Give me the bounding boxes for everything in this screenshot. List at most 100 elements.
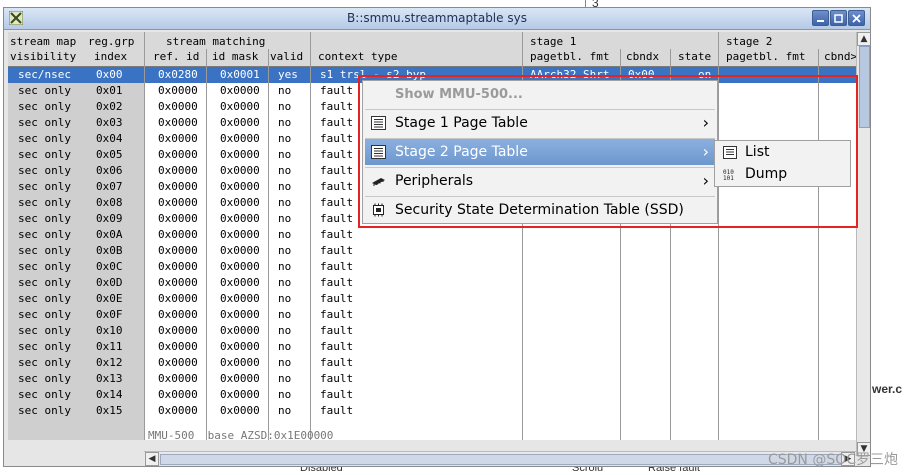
cell-ref-id: 0x0000: [158, 276, 198, 289]
stage2-submenu: List 010 101 Dump: [714, 140, 851, 187]
vertical-scrollbar[interactable]: ▲ ▼: [856, 32, 870, 456]
cell-index: 0x03: [96, 116, 123, 129]
header-stream-matching[interactable]: stream matching: [166, 34, 265, 49]
header-visibility[interactable]: visibility: [10, 49, 76, 64]
cell-id-mask: 0x0000: [220, 324, 260, 337]
header-s1-pagetbl-fmt[interactable]: pagetbl. fmt: [530, 49, 609, 64]
header-s2-pagetbl-fmt[interactable]: pagetbl. fmt: [726, 49, 805, 64]
table-row[interactable]: sec only 0x15 0x0000 0x0000 no fault: [8, 403, 856, 419]
title-bar[interactable]: B::smmu.streammaptable sys: [4, 8, 870, 30]
header-s2-cbndx[interactable]: cbnd>: [824, 49, 856, 64]
horizontal-scroll-thumb[interactable]: [160, 454, 842, 465]
menu-item-show-mmu: Show MMU-500...: [365, 82, 715, 108]
minimize-icon: [817, 19, 824, 22]
menu-item-peripherals[interactable]: Peripherals ›: [365, 168, 715, 194]
table-row[interactable]: sec only 0x12 0x0000 0x0000 no fault: [8, 355, 856, 371]
cell-index: 0x04: [96, 132, 123, 145]
header-ref-id[interactable]: ref. id: [153, 49, 199, 64]
table-row[interactable]: sec only 0x10 0x0000 0x0000 no fault: [8, 323, 856, 339]
cell-visibility: sec only: [18, 196, 71, 209]
cell-ref-id: 0x0000: [158, 324, 198, 337]
cell-ref-id: 0x0000: [158, 100, 198, 113]
cell-context-type: fault: [320, 212, 354, 225]
table-row[interactable]: sec only 0x0D 0x0000 0x0000 no fault: [8, 275, 856, 291]
table-row[interactable]: sec only 0x0C 0x0000 0x0000 no fault: [8, 259, 856, 275]
cell-index: 0x0E: [96, 292, 123, 305]
cell-visibility: sec only: [18, 228, 71, 241]
table-row[interactable]: sec only 0x0A 0x0000 0x0000 no fault: [8, 227, 856, 243]
cell-visibility: sec only: [18, 244, 71, 257]
cell-index: 0x10: [96, 324, 123, 337]
header-stage2[interactable]: stage 2: [726, 34, 772, 49]
horizontal-scrollbar[interactable]: ◀ ▶: [144, 451, 856, 466]
cell-visibility: sec only: [18, 212, 71, 225]
table-row[interactable]: sec only 0x13 0x0000 0x0000 no fault: [8, 371, 856, 387]
header-reg-grp[interactable]: reg.grp: [88, 34, 134, 49]
cell-visibility: sec only: [18, 356, 71, 369]
cell-ref-id: 0x0000: [158, 340, 198, 353]
table-row[interactable]: sec only 0x0F 0x0000 0x0000 no fault: [8, 307, 856, 323]
scroll-up-icon[interactable]: ▲: [857, 32, 870, 46]
cell-index: 0x09: [96, 212, 123, 225]
menu-item-stage2-page-table[interactable]: Stage 2 Page Table ›: [365, 139, 715, 165]
grid-line: [310, 32, 311, 440]
maximize-button[interactable]: [830, 10, 847, 26]
header-context-type[interactable]: context type: [318, 49, 397, 64]
header-s1-state[interactable]: state: [678, 49, 711, 64]
cell-ref-id: 0x0000: [158, 132, 198, 145]
cell-valid: no: [278, 228, 292, 241]
cell-id-mask: 0x0000: [220, 356, 260, 369]
menu-item-stage1-page-table[interactable]: Stage 1 Page Table ›: [365, 110, 715, 136]
header-stream-map[interactable]: stream map: [10, 34, 76, 49]
context-menu: Show MMU-500... Stage 1 Page Table › Sta…: [362, 80, 718, 224]
chevron-right-icon: ›: [702, 171, 709, 190]
table-row[interactable]: sec only 0x0B 0x0000 0x0000 no fault: [8, 243, 856, 259]
cell-valid: no: [278, 212, 292, 225]
table-row[interactable]: sec only 0x11 0x0000 0x0000 no fault: [8, 339, 856, 355]
cell-index: 0x01: [96, 84, 123, 97]
cell-ref-id: 0x0000: [158, 356, 198, 369]
cell-context-type: fault: [320, 276, 354, 289]
chip-icon: [372, 178, 385, 186]
cell-id-mask: 0x0000: [220, 244, 260, 257]
cell-index: 0x14: [96, 388, 123, 401]
cell-valid: no: [278, 148, 292, 161]
scroll-left-icon[interactable]: ◀: [145, 452, 159, 466]
table-row[interactable]: sec only 0x14 0x0000 0x0000 no fault: [8, 387, 856, 403]
cell-ref-id: 0x0000: [158, 260, 198, 273]
submenu-item-list[interactable]: List: [717, 142, 848, 163]
cell-valid: no: [278, 164, 292, 177]
header-s1-cbndx[interactable]: cbndx: [626, 49, 659, 64]
cell-valid: no: [278, 244, 292, 257]
header-valid[interactable]: valid: [270, 49, 303, 64]
cell-ref-id: 0x0000: [158, 180, 198, 193]
cell-valid: no: [278, 196, 292, 209]
cell-valid: no: [278, 356, 292, 369]
header-id-mask[interactable]: id mask: [212, 49, 258, 64]
cell-valid: no: [278, 308, 292, 321]
close-button[interactable]: [848, 10, 865, 26]
cell-index: 0x0F: [96, 308, 123, 321]
cell-valid: no: [278, 84, 292, 97]
cell-valid: no: [278, 324, 292, 337]
cell-visibility: sec only: [18, 276, 71, 289]
header-stage1[interactable]: stage 1: [530, 34, 576, 49]
cell-context-type: fault: [320, 260, 354, 273]
cell-ref-id: 0x0000: [158, 148, 198, 161]
svg-text:101: 101: [723, 175, 734, 181]
cell-id-mask: 0x0000: [220, 404, 260, 417]
cell-id-mask: 0x0000: [220, 148, 260, 161]
table-row[interactable]: sec only 0x0E 0x0000 0x0000 no fault: [8, 291, 856, 307]
cell-ref-id: 0x0000: [158, 116, 198, 129]
submenu-item-dump[interactable]: 010 101 Dump: [717, 164, 848, 185]
vertical-scroll-thumb[interactable]: [859, 46, 870, 128]
cell-context-type: fault: [320, 180, 354, 193]
minimize-button[interactable]: [812, 10, 829, 26]
header-index[interactable]: index: [94, 49, 127, 64]
cell-context-type: fault: [320, 388, 354, 401]
cell-id-mask: 0x0000: [220, 388, 260, 401]
menu-item-ssd-table[interactable]: Security State Determination Table (SSD): [365, 197, 715, 223]
mmu-base-status: MMU-500 base AZSD:0x1E00000: [148, 429, 334, 440]
cell-id-mask: 0x0000: [220, 228, 260, 241]
binary-dump-icon: 010 101: [723, 169, 734, 181]
